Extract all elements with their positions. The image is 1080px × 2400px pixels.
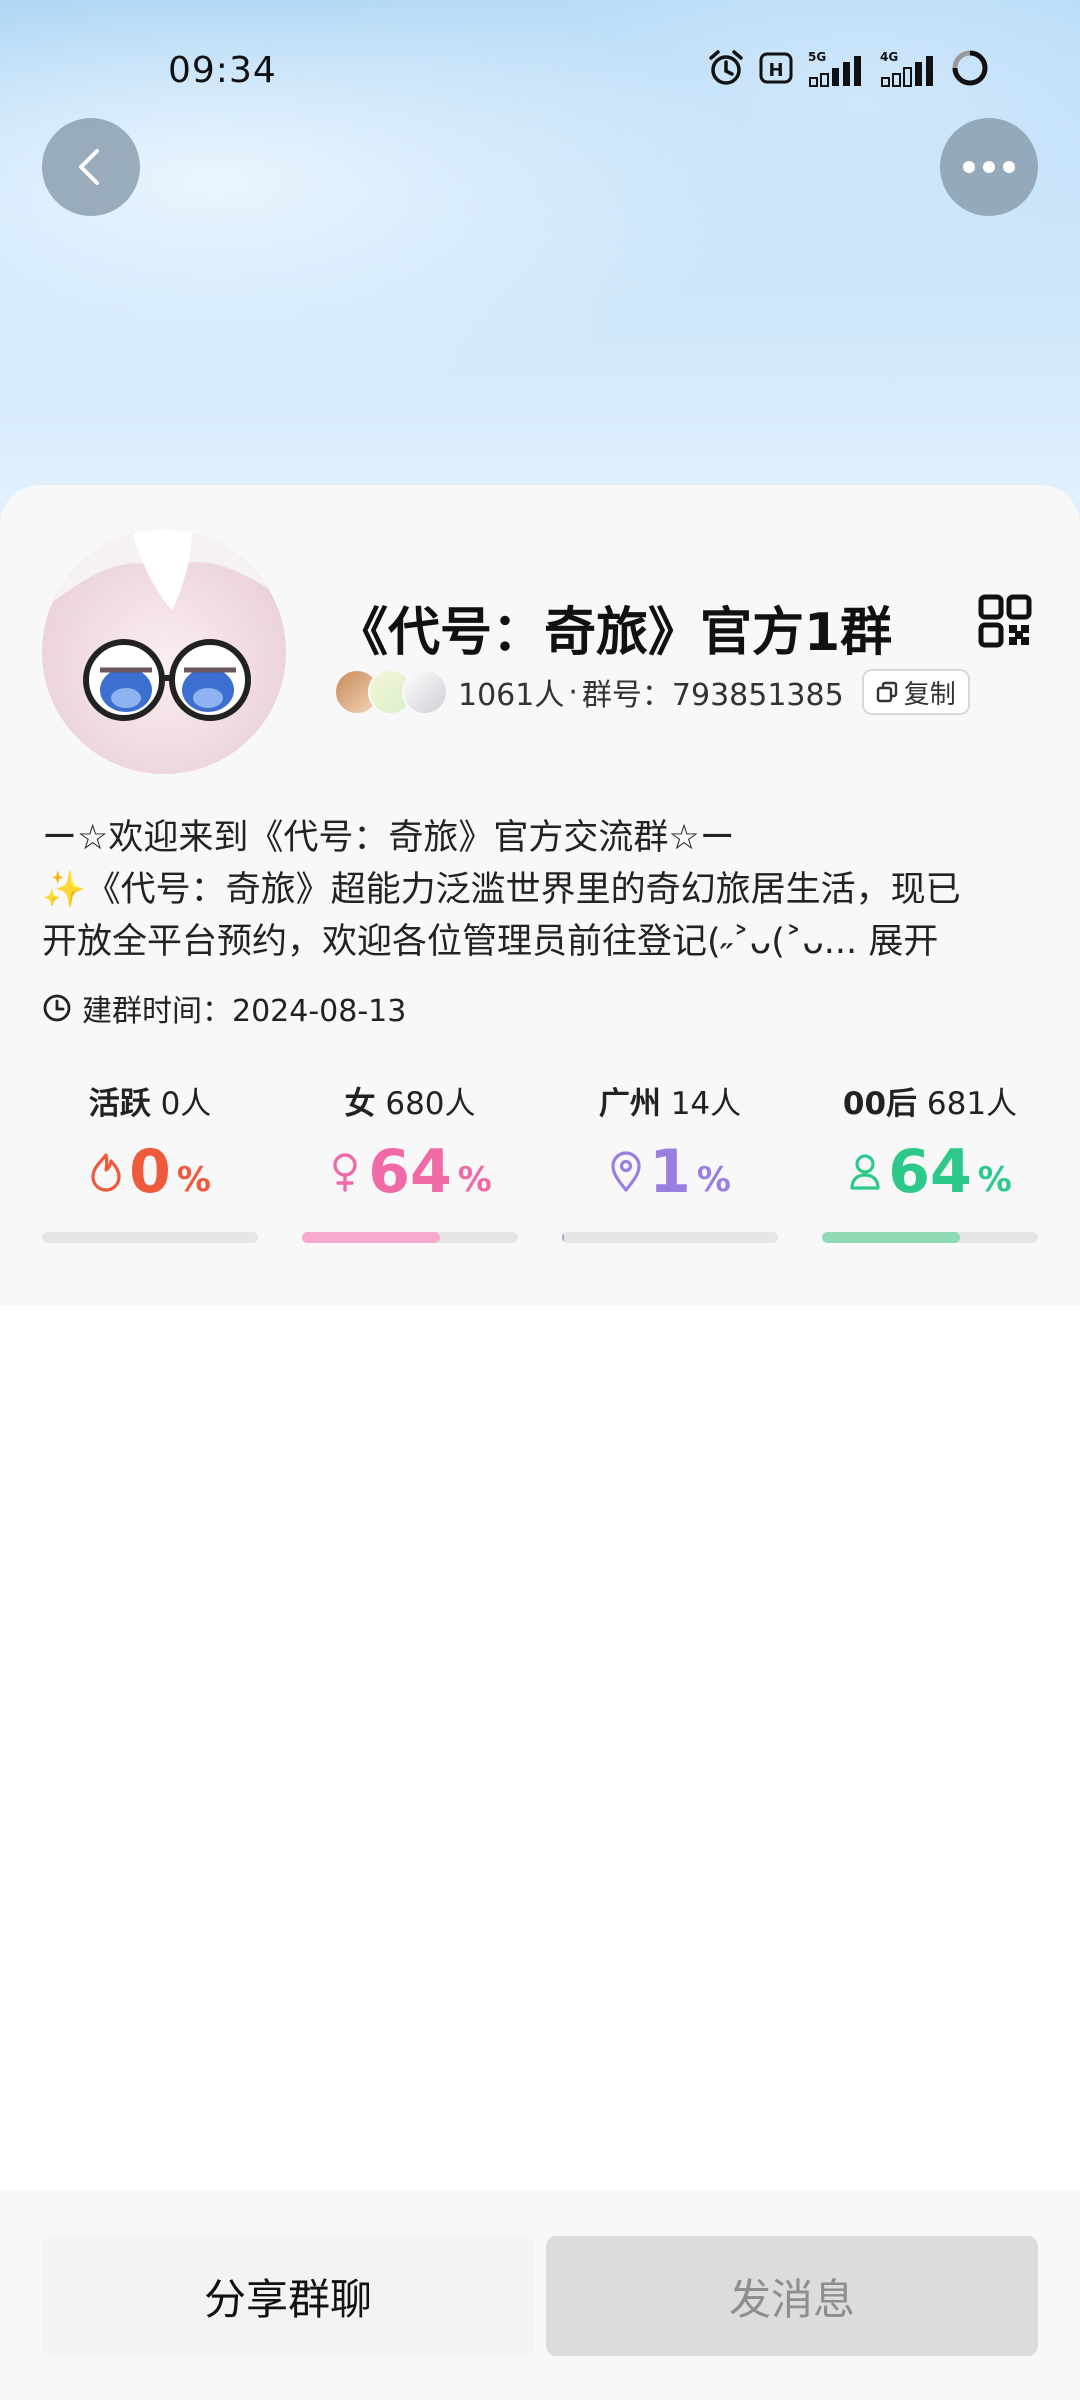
status-icons: H 5G 4G (706, 48, 990, 88)
group-name: 《代号：奇旅》官方1群 (336, 603, 893, 663)
created-date-row: 建群时间：2024-08-13 (42, 986, 406, 1030)
clock-icon (43, 994, 71, 1022)
more-button[interactable] (940, 118, 1038, 216)
intro-line-3-text: 开放全平台预约，欢迎各位管理员前往登记(˶˃ᴗ(˃ᴗ... (42, 922, 858, 962)
battery-icon (952, 50, 988, 86)
stat-value: 64 (368, 1137, 452, 1207)
copy-button[interactable]: 复制 (861, 669, 970, 715)
more-dots-icon (963, 161, 1015, 173)
copy-icon (876, 681, 897, 703)
stat-active[interactable]: 活跃 0人 0 % (42, 1078, 258, 1243)
svg-text:4G: 4G (880, 50, 898, 64)
stat-bar-fill (562, 1232, 565, 1243)
group-number: 群号：793851385 (581, 678, 844, 713)
intro-line-2: ✨《代号：奇旅》超能力泛滥世界里的奇幻旅居生活，现已 (42, 870, 961, 910)
female-icon (333, 1153, 357, 1192)
stat-bar-fill (822, 1232, 961, 1243)
status-bar: 09:34 H 5G 4G (0, 0, 1080, 140)
chevron-left-icon (79, 149, 99, 185)
group-meta-row: 1061人 · 群号：793851385 复制 (334, 666, 970, 718)
member-avatar (402, 669, 448, 715)
stat-location[interactable]: 广州 14人 1 % (562, 1078, 778, 1243)
hd-icon: H (759, 52, 793, 84)
copy-label: 复制 (903, 679, 956, 710)
intro-line-1: ー☆欢迎来到《代号：奇旅》官方交流群☆ー (42, 818, 735, 858)
alarm-icon (709, 50, 743, 85)
qr-code-icon (978, 594, 1032, 648)
intro-line-3: 开放全平台预约，欢迎各位管理员前往登记(˶˃ᴗ(˃ᴗ... 展开 (42, 916, 1042, 968)
back-button[interactable] (42, 118, 140, 216)
stat-bar (822, 1232, 1038, 1243)
send-message-button[interactable]: 发消息 (546, 2236, 1038, 2356)
stat-bar (302, 1232, 518, 1243)
created-date: 建群时间：2024-08-13 (82, 994, 407, 1029)
stat-bar-fill (302, 1232, 441, 1243)
location-pin-icon (611, 1151, 641, 1192)
stat-bar (42, 1232, 258, 1243)
group-intro[interactable]: ー☆欢迎来到《代号：奇旅》官方交流群☆ー ✨《代号：奇旅》超能力泛滥世界里的奇幻… (42, 812, 1042, 968)
member-stats: 活跃 0人 0 % 女 680人 64 % 广州 14人 1 % 00后 681… (42, 1078, 1038, 1243)
flame-icon (91, 1153, 121, 1192)
meta-separator: · (568, 674, 578, 710)
stat-gender[interactable]: 女 680人 64 % (302, 1078, 518, 1243)
stat-label: 广州 14人 (598, 1086, 742, 1122)
stat-bar (562, 1232, 778, 1243)
stat-value: 1 (649, 1137, 691, 1207)
share-group-button[interactable]: 分享群聊 (42, 2236, 534, 2356)
qr-code-button[interactable] (978, 594, 1032, 652)
signal-5g-icon: 5G (808, 50, 861, 87)
stat-label: 00后 681人 (842, 1086, 1018, 1122)
stat-label: 活跃 0人 (88, 1086, 212, 1122)
svg-text:5G: 5G (808, 50, 826, 64)
stat-pct: % (457, 1160, 492, 1200)
svg-text:H: H (768, 60, 783, 81)
stat-age[interactable]: 00后 681人 64 % (822, 1078, 1038, 1243)
member-count[interactable]: 1061人 (458, 670, 564, 714)
stat-value: 0 (129, 1137, 171, 1207)
stat-pct: % (176, 1160, 211, 1200)
stat-pct: % (696, 1160, 731, 1200)
stat-pct: % (977, 1160, 1012, 1200)
person-icon (850, 1154, 880, 1190)
status-time: 09:34 (168, 50, 277, 91)
expand-link[interactable]: 展开 (868, 922, 938, 962)
stat-value: 64 (888, 1137, 972, 1207)
group-avatar[interactable] (42, 530, 286, 774)
member-avatars[interactable] (334, 669, 448, 715)
stat-label: 女 680人 (344, 1086, 476, 1122)
signal-4g-icon: 4G (880, 50, 933, 87)
